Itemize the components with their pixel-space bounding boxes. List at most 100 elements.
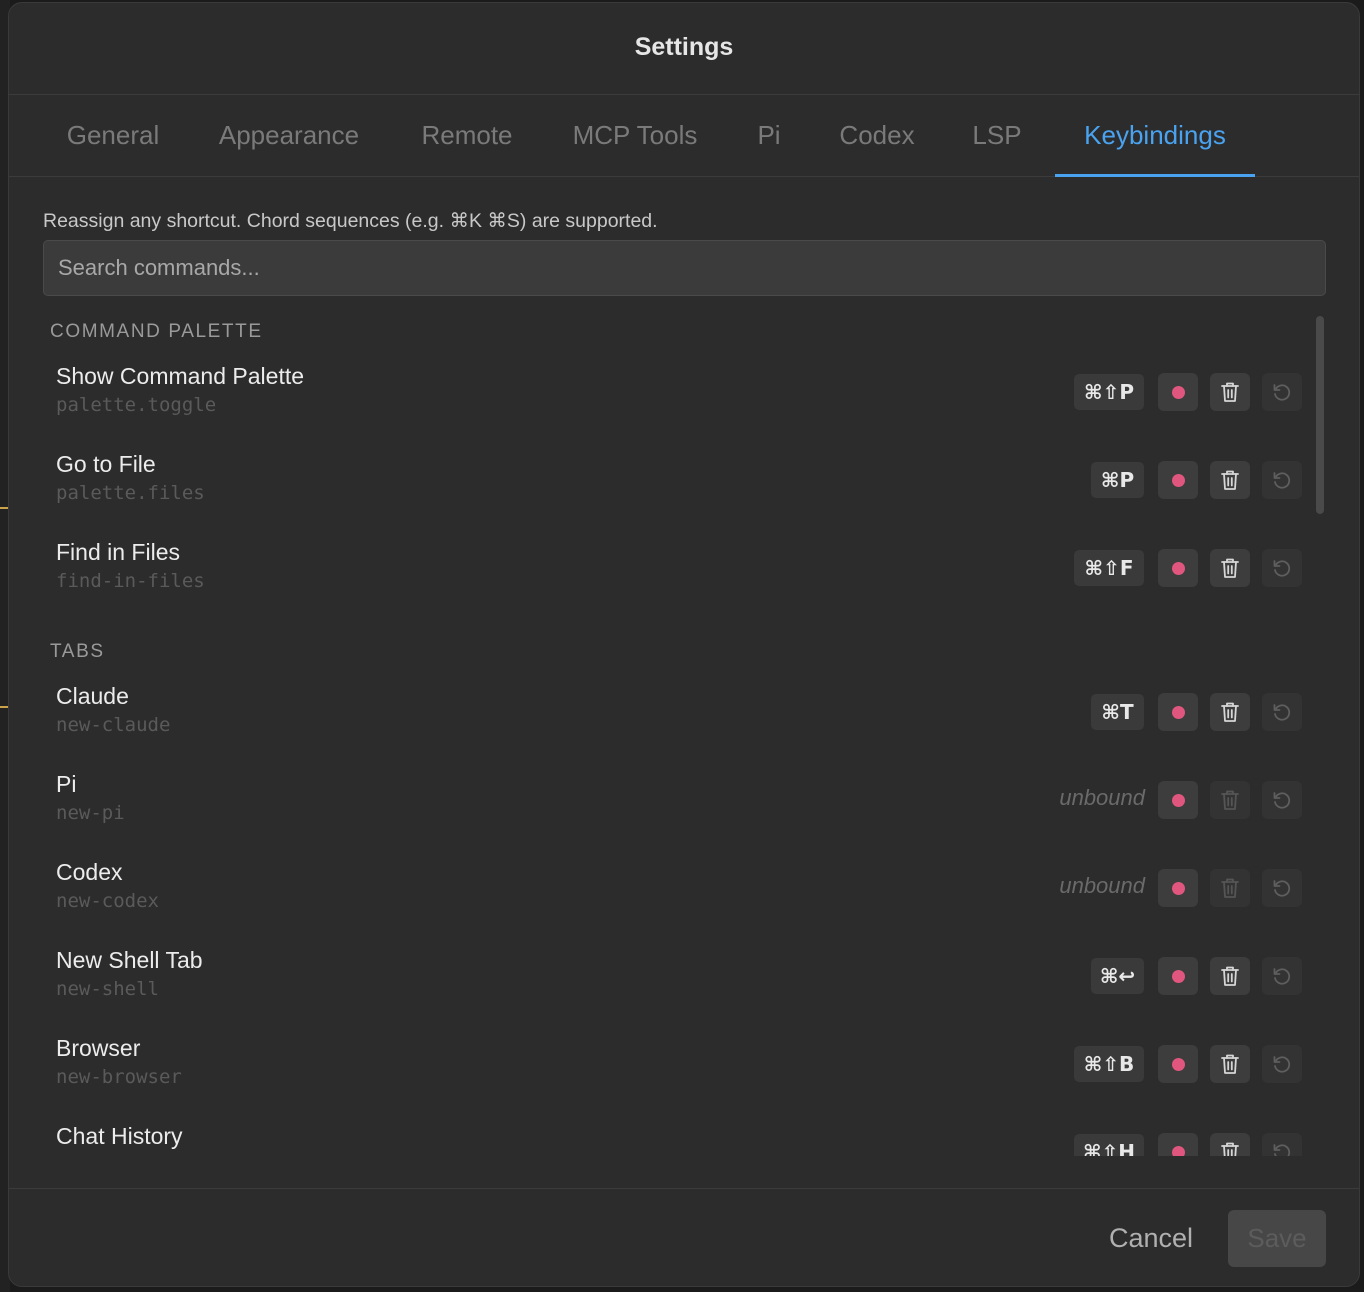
- keybinding-row: New Shell Tab new-shell ⌘↩: [9, 947, 1319, 1035]
- trash-icon: [1220, 877, 1240, 899]
- delete-shortcut-button[interactable]: [1210, 1045, 1250, 1083]
- keybindings-hint: Reassign any shortcut. Chord sequences (…: [43, 210, 658, 232]
- record-dot-icon: [1171, 1145, 1185, 1156]
- save-button[interactable]: Save: [1228, 1210, 1326, 1267]
- dialog-header: Settings: [9, 3, 1359, 95]
- command-id: new-pi: [56, 802, 125, 824]
- tab-keybindings[interactable]: Keybindings: [1055, 95, 1255, 177]
- tab-pi[interactable]: Pi: [754, 95, 784, 176]
- reset-shortcut-button[interactable]: [1262, 373, 1302, 411]
- command-id: new-shell: [56, 978, 159, 1000]
- background-marker: [0, 507, 8, 509]
- tab-codex[interactable]: Codex: [837, 95, 917, 176]
- command-title: New Shell Tab: [56, 947, 203, 973]
- reset-icon: [1271, 877, 1293, 899]
- keybinding-row: Show Command Palette palette.toggle ⌘⇧P: [9, 363, 1319, 451]
- record-shortcut-button[interactable]: [1158, 869, 1198, 907]
- trash-icon: [1220, 557, 1240, 579]
- reset-shortcut-button[interactable]: [1262, 693, 1302, 731]
- shortcut-keycap[interactable]: ⌘⇧P: [1074, 374, 1144, 410]
- shortcut-keycap[interactable]: ⌘P: [1091, 462, 1144, 498]
- delete-shortcut-button[interactable]: [1210, 693, 1250, 731]
- trash-icon: [1220, 789, 1240, 811]
- shortcut-keycap[interactable]: ⌘⇧H: [1074, 1134, 1144, 1156]
- dialog-title: Settings: [634, 33, 734, 61]
- record-shortcut-button[interactable]: [1158, 461, 1198, 499]
- command-id: find-in-files: [56, 570, 205, 592]
- command-id: palette.toggle: [56, 394, 217, 416]
- delete-shortcut-button[interactable]: [1210, 781, 1250, 819]
- keybinding-row: Go to File palette.files ⌘P: [9, 451, 1319, 539]
- trash-icon: [1220, 381, 1240, 403]
- reset-shortcut-button[interactable]: [1262, 1045, 1302, 1083]
- record-dot-icon: [1171, 969, 1185, 983]
- record-shortcut-button[interactable]: [1158, 1045, 1198, 1083]
- command-id: new-claude: [56, 714, 171, 736]
- keybinding-row: Claude new-claude ⌘T: [9, 683, 1319, 771]
- shortcut-unbound: unbound: [1059, 873, 1145, 898]
- command-title: Go to File: [56, 451, 156, 477]
- command-id: new-codex: [56, 890, 159, 912]
- delete-shortcut-button[interactable]: [1210, 549, 1250, 587]
- record-shortcut-button[interactable]: [1158, 1133, 1198, 1156]
- shortcut-keycap[interactable]: ⌘↩: [1091, 958, 1144, 994]
- reset-shortcut-button[interactable]: [1262, 957, 1302, 995]
- record-shortcut-button[interactable]: [1158, 781, 1198, 819]
- reset-shortcut-button[interactable]: [1262, 461, 1302, 499]
- tab-lsp[interactable]: LSP: [971, 95, 1023, 176]
- record-shortcut-button[interactable]: [1158, 549, 1198, 587]
- dialog-footer: Cancel Save: [9, 1188, 1359, 1286]
- reset-shortcut-button[interactable]: [1262, 549, 1302, 587]
- reset-icon: [1271, 557, 1293, 579]
- delete-shortcut-button[interactable]: [1210, 957, 1250, 995]
- delete-shortcut-button[interactable]: [1210, 1133, 1250, 1156]
- delete-shortcut-button[interactable]: [1210, 461, 1250, 499]
- record-shortcut-button[interactable]: [1158, 373, 1198, 411]
- background-marker: [0, 706, 8, 708]
- command-title: Codex: [56, 859, 123, 885]
- trash-icon: [1220, 1141, 1240, 1156]
- reset-icon: [1271, 469, 1293, 491]
- command-title: Show Command Palette: [56, 363, 305, 389]
- record-dot-icon: [1171, 1057, 1185, 1071]
- record-dot-icon: [1171, 385, 1185, 399]
- command-id: palette.files: [56, 482, 205, 504]
- section-title: TABS: [50, 641, 105, 662]
- delete-shortcut-button[interactable]: [1210, 869, 1250, 907]
- reset-shortcut-button[interactable]: [1262, 781, 1302, 819]
- reset-icon: [1271, 1141, 1293, 1156]
- settings-tabs: General Appearance Remote MCP Tools Pi C…: [9, 95, 1359, 177]
- command-title: Pi: [56, 771, 77, 797]
- shortcut-unbound: unbound: [1059, 785, 1145, 810]
- tab-mcp-tools[interactable]: MCP Tools: [569, 95, 701, 176]
- record-dot-icon: [1171, 473, 1185, 487]
- record-shortcut-button[interactable]: [1158, 693, 1198, 731]
- settings-dialog: Settings General Appearance Remote MCP T…: [8, 2, 1360, 1287]
- cancel-button[interactable]: Cancel: [1109, 1223, 1193, 1254]
- keybinding-row: Chat History ⌘⇧H: [9, 1123, 1319, 1156]
- reset-shortcut-button[interactable]: [1262, 1133, 1302, 1156]
- keybinding-row: Pi new-pi unbound: [9, 771, 1319, 859]
- reset-icon: [1271, 381, 1293, 403]
- tab-appearance[interactable]: Appearance: [214, 95, 364, 176]
- trash-icon: [1220, 701, 1240, 723]
- trash-icon: [1220, 1053, 1240, 1075]
- search-commands-input[interactable]: [43, 240, 1326, 296]
- keybinding-row: Find in Files find-in-files ⌘⇧F: [9, 539, 1319, 627]
- tab-general[interactable]: General: [63, 95, 163, 176]
- command-title: Claude: [56, 683, 129, 709]
- reset-icon: [1271, 965, 1293, 987]
- trash-icon: [1220, 469, 1240, 491]
- delete-shortcut-button[interactable]: [1210, 373, 1250, 411]
- command-id: new-browser: [56, 1066, 182, 1088]
- reset-shortcut-button[interactable]: [1262, 869, 1302, 907]
- shortcut-keycap[interactable]: ⌘⇧B: [1074, 1046, 1144, 1082]
- shortcut-keycap[interactable]: ⌘⇧F: [1074, 550, 1144, 586]
- record-shortcut-button[interactable]: [1158, 957, 1198, 995]
- section-title: COMMAND PALETTE: [50, 321, 263, 342]
- shortcut-keycap[interactable]: ⌘T: [1091, 694, 1144, 730]
- list-scrollbar[interactable]: [1316, 316, 1324, 514]
- record-dot-icon: [1171, 705, 1185, 719]
- reset-icon: [1271, 789, 1293, 811]
- tab-remote[interactable]: Remote: [417, 95, 517, 176]
